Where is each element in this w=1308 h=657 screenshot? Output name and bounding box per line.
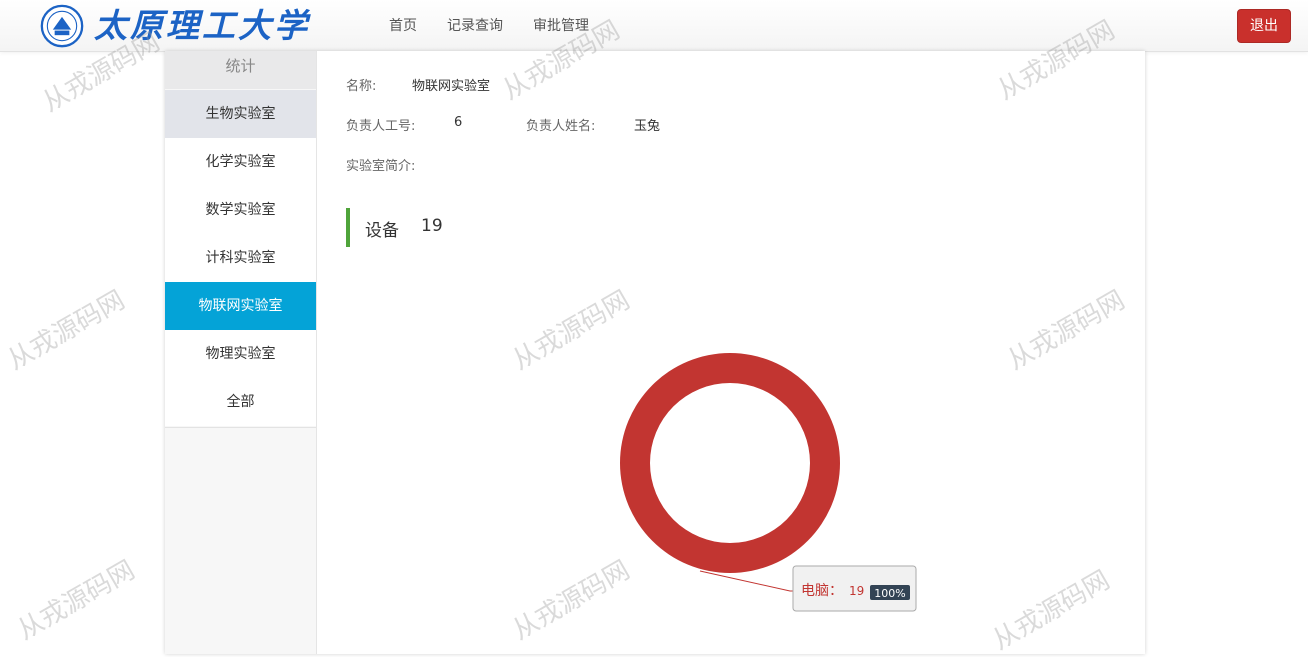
pie-label-percent: 100% <box>874 587 905 600</box>
brand-logo-text[interactable]: 太原理工大学 <box>94 6 310 46</box>
nav-home[interactable]: 首页 <box>389 15 417 37</box>
pie-slice-0[interactable] <box>620 353 840 573</box>
university-seal-icon <box>40 4 84 48</box>
watermark: 从戎源码网 <box>2 285 131 377</box>
nav-records[interactable]: 记录查询 <box>447 15 503 37</box>
top-navbar: 太原理工大学 首页 记录查询 审批管理 退出 <box>0 0 1308 52</box>
pie-label-name: 电脑： <box>801 583 843 599</box>
pie-label-line <box>699 570 793 592</box>
equipment-pie-chart: 电脑： 19 100% <box>620 353 917 612</box>
nav-approval[interactable]: 审批管理 <box>533 15 589 37</box>
logout-button[interactable]: 退出 <box>1237 9 1291 43</box>
watermark: 从戎源码网 <box>12 555 141 647</box>
main-card: 统计 生物实验室 化学实验室 数学实验室 计科实验室 物联网实验室 物理实验室 … <box>165 51 1145 654</box>
pie-label-box: 电脑： 19 100% <box>792 565 917 612</box>
pie-label-value: 19 <box>849 584 864 598</box>
